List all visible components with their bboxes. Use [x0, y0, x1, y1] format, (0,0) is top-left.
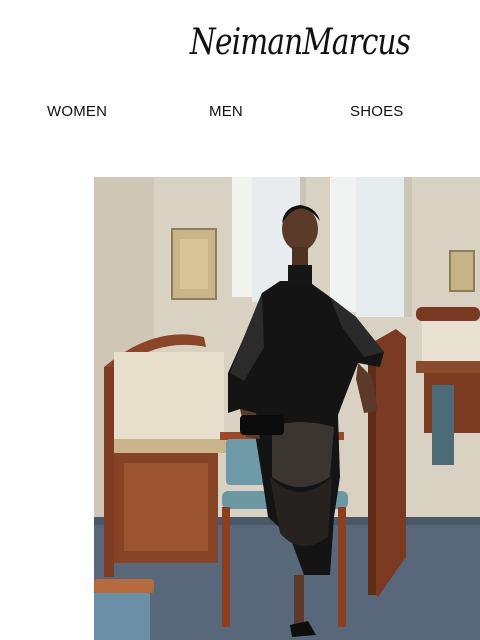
nav-link-women[interactable]: WOMEN: [47, 103, 107, 120]
hero-image[interactable]: [94, 177, 480, 640]
category-nav: WOMEN MEN SHOES: [0, 103, 480, 123]
nav-link-shoes[interactable]: SHOES: [350, 103, 404, 120]
nav-link-men[interactable]: MEN: [209, 103, 243, 120]
hero-photo-illustration: [94, 177, 480, 640]
email-page: NeimanMarcus WOMEN MEN SHOES: [0, 0, 480, 640]
neiman-marcus-logo[interactable]: NeimanMarcus: [103, 22, 480, 63]
